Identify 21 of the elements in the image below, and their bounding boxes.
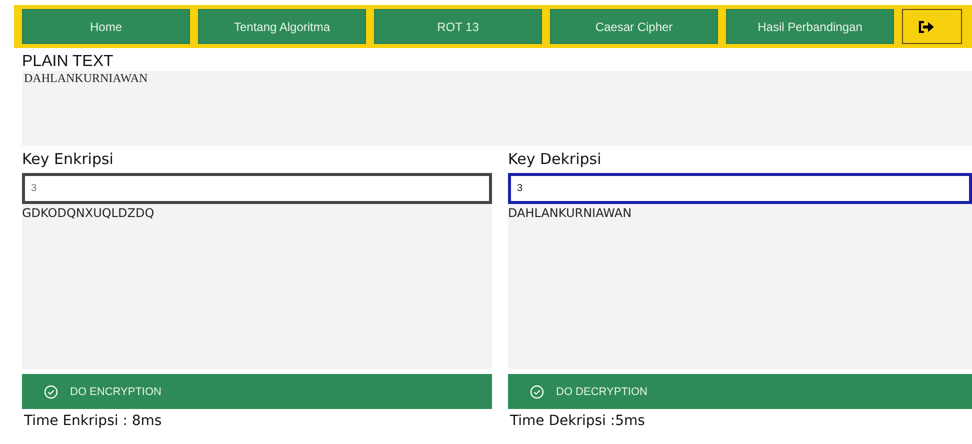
nav-link[interactable]: Tentang Algoritma [198, 9, 366, 44]
logout-button[interactable] [902, 9, 962, 44]
nav-link[interactable]: Hasil Perbandingan [726, 9, 894, 44]
field-label: Key Dekripsi [508, 149, 602, 170]
action-button[interactable]: DO DECRYPTION [508, 374, 972, 409]
logout-icon [918, 20, 934, 32]
nav-link[interactable]: ROT 13 [374, 9, 542, 44]
field-label: PLAIN TEXT [22, 53, 114, 71]
key-field[interactable]: 3 [508, 173, 972, 204]
time-label: Time Enkripsi : 8ms [23, 413, 163, 429]
output-field[interactable]: GDKODQNXUQLDZDQ [22, 204, 492, 369]
nav-link[interactable]: Home [22, 9, 190, 44]
plain-text-field[interactable]: DAHLANKURNIAWAN [22, 71, 972, 146]
field-label: Key Enkripsi [22, 149, 114, 170]
check-circle-icon [44, 384, 58, 398]
time-label: Time Dekripsi :5ms [509, 413, 646, 429]
nav-link[interactable]: Caesar Cipher [550, 9, 718, 44]
check-circle-icon [530, 384, 544, 398]
action-button[interactable]: DO ENCRYPTION [22, 374, 492, 409]
output-field[interactable]: DAHLANKURNIAWAN [508, 204, 972, 369]
key-field[interactable]: 3 [22, 173, 492, 204]
